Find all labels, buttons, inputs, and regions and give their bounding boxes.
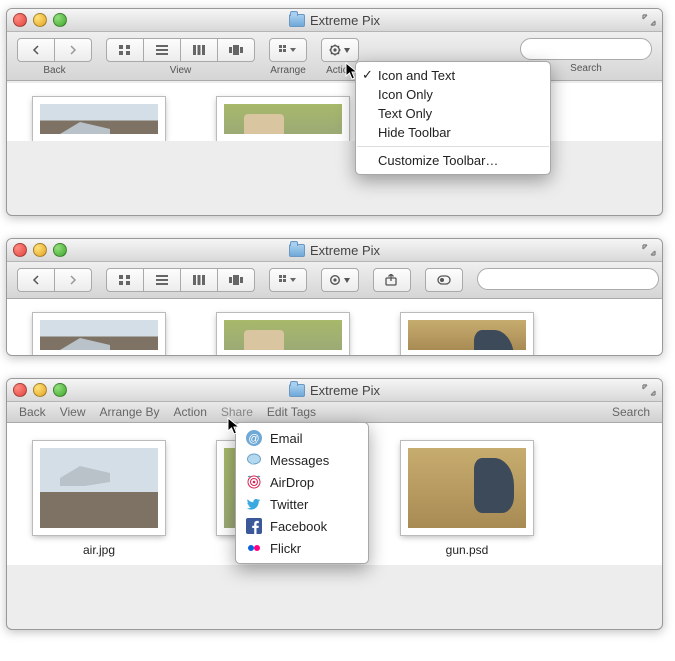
titlebar: Extreme Pix bbox=[7, 9, 662, 32]
zoom-button[interactable] bbox=[53, 243, 67, 257]
view-icons-button[interactable] bbox=[106, 38, 144, 62]
file-thumb[interactable] bbox=[397, 313, 537, 356]
share-button[interactable] bbox=[373, 268, 411, 292]
view-coverflow-button[interactable] bbox=[218, 38, 255, 62]
file-thumb[interactable]: air.jpg bbox=[29, 441, 169, 557]
share-airdrop[interactable]: AirDrop bbox=[236, 471, 368, 493]
menu-item-customize-toolbar[interactable]: Customize Toolbar… bbox=[356, 151, 550, 170]
finder-window-icon-and-text: Extreme Pix Back bbox=[6, 8, 663, 216]
finder-window-text-only: Extreme Pix Back View Arrange By Action … bbox=[6, 378, 663, 630]
arrange-button[interactable] bbox=[269, 268, 307, 292]
menu-item-icon-and-text[interactable]: Icon and Text bbox=[356, 66, 550, 85]
file-name: gun.psd bbox=[446, 543, 489, 557]
search-label: Search bbox=[570, 63, 602, 74]
forward-button[interactable] bbox=[55, 268, 92, 292]
file-thumb[interactable] bbox=[29, 313, 169, 356]
folder-icon bbox=[289, 244, 305, 257]
titlebar: Extreme Pix bbox=[7, 239, 662, 262]
fullscreen-icon[interactable] bbox=[642, 384, 656, 396]
share-email[interactable]: @ Email bbox=[236, 427, 368, 449]
view-icons-button[interactable] bbox=[106, 268, 144, 292]
action-label: Action bbox=[326, 65, 354, 76]
toolbar bbox=[7, 262, 662, 299]
minimize-button[interactable] bbox=[33, 13, 47, 27]
facebook-icon bbox=[246, 518, 262, 534]
traffic-lights bbox=[13, 13, 67, 27]
email-icon: @ bbox=[246, 430, 262, 446]
edit-tags-button[interactable] bbox=[425, 268, 463, 292]
view-list-button[interactable] bbox=[144, 268, 181, 292]
menu-separator bbox=[357, 146, 549, 147]
view-label: View bbox=[170, 65, 192, 76]
arrange-button[interactable] bbox=[269, 38, 307, 62]
menu-item-text-only[interactable]: Text Only bbox=[356, 104, 550, 123]
toolbar: Back View bbox=[7, 32, 662, 81]
fullscreen-icon[interactable] bbox=[642, 14, 656, 26]
share-dropdown: @ Email Messages AirDrop Twitter Faceboo… bbox=[235, 422, 369, 564]
file-thumb[interactable]: gun.psd bbox=[397, 441, 537, 557]
view-columns-button[interactable] bbox=[181, 38, 218, 62]
view-text-button[interactable]: View bbox=[60, 405, 86, 419]
svg-text:@: @ bbox=[248, 433, 259, 445]
search-text-button[interactable]: Search bbox=[612, 405, 650, 419]
toolbar-context-menu: Icon and Text Icon Only Text Only Hide T… bbox=[355, 61, 551, 175]
file-thumb[interactable] bbox=[29, 97, 169, 141]
share-facebook[interactable]: Facebook bbox=[236, 515, 368, 537]
close-button[interactable] bbox=[13, 13, 27, 27]
toolbar: Back View Arrange By Action Share Edit T… bbox=[7, 402, 662, 423]
back-button[interactable] bbox=[17, 268, 55, 292]
action-text-button[interactable]: Action bbox=[174, 405, 207, 419]
folder-icon bbox=[289, 14, 305, 27]
traffic-lights bbox=[13, 243, 67, 257]
file-thumb[interactable] bbox=[213, 313, 353, 356]
zoom-button[interactable] bbox=[53, 383, 67, 397]
arrange-label: Arrange bbox=[270, 65, 306, 76]
view-list-button[interactable] bbox=[144, 38, 181, 62]
close-button[interactable] bbox=[13, 383, 27, 397]
finder-window-icon-only: Extreme Pix bbox=[6, 238, 663, 356]
close-button[interactable] bbox=[13, 243, 27, 257]
fullscreen-icon[interactable] bbox=[642, 244, 656, 256]
menu-item-hide-toolbar[interactable]: Hide Toolbar bbox=[356, 123, 550, 142]
traffic-lights bbox=[13, 383, 67, 397]
file-thumb[interactable] bbox=[213, 97, 353, 141]
titlebar: Extreme Pix bbox=[7, 379, 662, 402]
back-label: Back bbox=[43, 65, 65, 76]
window-title: Extreme Pix bbox=[310, 243, 380, 258]
minimize-button[interactable] bbox=[33, 383, 47, 397]
edit-tags-text-button[interactable]: Edit Tags bbox=[267, 405, 316, 419]
share-text-button[interactable]: Share bbox=[221, 405, 253, 419]
share-flickr[interactable]: Flickr bbox=[236, 537, 368, 559]
flickr-icon bbox=[246, 540, 262, 556]
arrange-by-text-button[interactable]: Arrange By bbox=[99, 405, 159, 419]
window-title: Extreme Pix bbox=[310, 13, 380, 28]
menu-item-icon-only[interactable]: Icon Only bbox=[356, 85, 550, 104]
folder-icon bbox=[289, 384, 305, 397]
forward-button[interactable] bbox=[55, 38, 92, 62]
back-button[interactable] bbox=[17, 38, 55, 62]
search-input[interactable] bbox=[520, 38, 652, 60]
back-text-button[interactable]: Back bbox=[19, 405, 46, 419]
file-name: air.jpg bbox=[83, 543, 115, 557]
action-button[interactable] bbox=[321, 268, 359, 292]
content-area bbox=[7, 83, 662, 141]
window-title: Extreme Pix bbox=[310, 383, 380, 398]
action-button[interactable] bbox=[321, 38, 359, 62]
minimize-button[interactable] bbox=[33, 243, 47, 257]
share-messages[interactable]: Messages bbox=[236, 449, 368, 471]
twitter-icon bbox=[246, 496, 262, 512]
view-columns-button[interactable] bbox=[181, 268, 218, 292]
airdrop-icon bbox=[246, 474, 262, 490]
zoom-button[interactable] bbox=[53, 13, 67, 27]
content-area bbox=[7, 299, 662, 356]
view-coverflow-button[interactable] bbox=[218, 268, 255, 292]
search-input[interactable] bbox=[477, 268, 659, 290]
messages-icon bbox=[246, 452, 262, 468]
share-twitter[interactable]: Twitter bbox=[236, 493, 368, 515]
